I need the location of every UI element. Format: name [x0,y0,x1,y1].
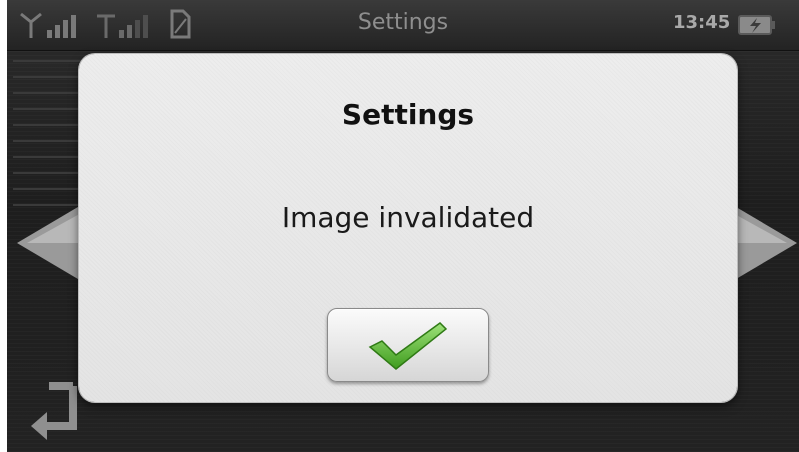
status-bar: Settings 13:45 [7,0,799,51]
device-screen: Settings 13:45 Settings Image invalidate… [7,0,799,452]
background-list [13,60,83,220]
right-arrow-icon[interactable] [729,198,799,292]
dialog-title: Settings [341,98,475,131]
battery-icon [737,14,777,40]
left-arrow-icon[interactable] [15,198,85,292]
status-clock: 13:45 [673,12,731,33]
confirm-button[interactable] [327,308,489,382]
dialog-message: Image invalidated [281,201,535,234]
checkmark-icon [368,322,448,370]
settings-dialog: Settings Image invalidated [79,54,737,402]
back-icon[interactable] [27,382,79,448]
